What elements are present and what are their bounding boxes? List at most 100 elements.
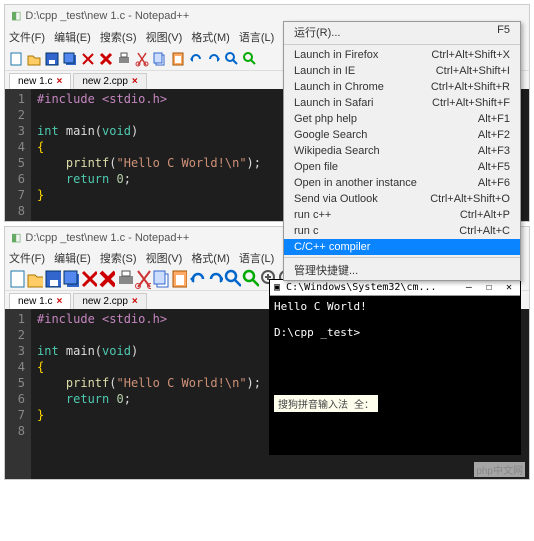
- menu-item-phphelp[interactable]: Get php helpAlt+F1: [284, 111, 520, 127]
- code-text: main(: [59, 344, 102, 358]
- menu-format[interactable]: 格式(M): [191, 29, 230, 45]
- console-titlebar: ▣ C:\Windows\System32\cm... — ☐ ✕: [270, 280, 520, 296]
- console-prompt: D:\cpp _test>: [274, 326, 360, 339]
- menu-search[interactable]: 搜索(S): [100, 29, 137, 45]
- menu-format[interactable]: 格式(M): [191, 250, 230, 266]
- maximize-button[interactable]: ☐: [482, 282, 496, 293]
- copy-icon[interactable]: [151, 50, 169, 68]
- menu-item-google[interactable]: Google SearchAlt+F2: [284, 127, 520, 143]
- undo-icon[interactable]: [187, 50, 205, 68]
- close-button[interactable]: ✕: [502, 282, 516, 293]
- menu-item-shortcuts[interactable]: 管理快捷键...: [284, 260, 520, 280]
- menu-label: run c++: [294, 209, 331, 221]
- code-brace: }: [37, 408, 44, 422]
- menu-item-openfile[interactable]: Open fileAlt+F5: [284, 159, 520, 175]
- paste-icon[interactable]: [169, 50, 187, 68]
- close-all-icon[interactable]: [97, 50, 115, 68]
- menu-item-run[interactable]: 运行(R)...F5: [284, 22, 520, 42]
- code-string: "Hello C World!\n": [117, 376, 247, 390]
- menu-view[interactable]: 视图(V): [146, 250, 183, 266]
- code-kw: void: [102, 124, 131, 138]
- menu-view[interactable]: 视图(V): [146, 29, 183, 45]
- new-file-icon[interactable]: [7, 50, 25, 68]
- code-area[interactable]: #include <stdio.h> int main(void) { prin…: [31, 309, 267, 479]
- line-no: 2: [11, 107, 25, 123]
- minimize-button[interactable]: —: [462, 282, 476, 293]
- open-file-icon[interactable]: [25, 50, 43, 68]
- menu-item-runcpp[interactable]: run c++ Ctrl+Alt+P: [284, 207, 520, 223]
- cut-icon[interactable]: [133, 270, 151, 288]
- menu-label: Google Search: [294, 129, 367, 141]
- line-no: 2: [11, 327, 25, 343]
- menu-item-chrome[interactable]: Launch in ChromeCtrl+Alt+Shift+R: [284, 79, 520, 95]
- print-icon[interactable]: [115, 270, 133, 288]
- tab-close-icon[interactable]: ×: [56, 76, 62, 87]
- menu-shortcut: Ctrl+Alt+P: [460, 209, 510, 221]
- line-no: 6: [11, 171, 25, 187]
- code-include: #include <stdio.h>: [37, 312, 167, 326]
- menu-label: Send via Outlook: [294, 193, 378, 205]
- print-icon[interactable]: [115, 50, 133, 68]
- replace-icon[interactable]: [241, 270, 259, 288]
- cut-icon[interactable]: [133, 50, 151, 68]
- watermark: php中文网: [474, 462, 525, 477]
- save-all-icon[interactable]: [61, 50, 79, 68]
- save-icon[interactable]: [43, 50, 61, 68]
- menu-language[interactable]: 语言(L): [239, 250, 274, 266]
- code-brace: {: [37, 140, 44, 154]
- menu-item-firefox[interactable]: Launch in FirefoxCtrl+Alt+Shift+X: [284, 47, 520, 63]
- tab-close-icon[interactable]: ×: [132, 296, 138, 307]
- menu-item-runc[interactable]: run cCtrl+Alt+C: [284, 223, 520, 239]
- line-no: 7: [11, 187, 25, 203]
- tab-new2cpp[interactable]: new 2.cpp×: [73, 293, 146, 309]
- tab-close-icon[interactable]: ×: [56, 296, 62, 307]
- tab-new2cpp[interactable]: new 2.cpp×: [73, 73, 146, 89]
- save-all-icon[interactable]: [61, 270, 79, 288]
- menu-separator: [284, 44, 520, 45]
- code-text: main(: [59, 124, 102, 138]
- line-no: 8: [11, 423, 25, 439]
- menu-item-ccompiler[interactable]: C/C++ compiler: [284, 239, 520, 255]
- console-title: ▣ C:\Windows\System32\cm...: [274, 282, 437, 293]
- new-file-icon[interactable]: [7, 270, 25, 288]
- code-text: );: [247, 156, 261, 170]
- menu-label: run c: [294, 225, 318, 237]
- menu-label: Open file: [294, 161, 338, 173]
- menu-item-outlook[interactable]: Send via OutlookCtrl+Alt+Shift+O: [284, 191, 520, 207]
- find-icon[interactable]: [223, 270, 241, 288]
- close-icon[interactable]: [79, 50, 97, 68]
- line-no: 6: [11, 391, 25, 407]
- console-output[interactable]: Hello C World! D:\cpp _test> 搜狗拼音输入法 全：: [270, 296, 520, 454]
- undo-icon[interactable]: [187, 270, 205, 288]
- menu-item-wikipedia[interactable]: Wikipedia SearchAlt+F3: [284, 143, 520, 159]
- menu-search[interactable]: 搜索(S): [100, 250, 137, 266]
- redo-icon[interactable]: [205, 270, 223, 288]
- code-include: #include <stdio.h>: [37, 92, 167, 106]
- menu-language[interactable]: 语言(L): [239, 29, 274, 45]
- menu-edit[interactable]: 编辑(E): [54, 250, 91, 266]
- replace-icon[interactable]: [241, 50, 259, 68]
- redo-icon[interactable]: [205, 50, 223, 68]
- paste-icon[interactable]: [169, 270, 187, 288]
- menu-item-safari[interactable]: Launch in SafariCtrl+Alt+Shift+F: [284, 95, 520, 111]
- code-kw: return: [66, 392, 117, 406]
- save-icon[interactable]: [43, 270, 61, 288]
- menu-item-openinst[interactable]: Open in another instanceAlt+F6: [284, 175, 520, 191]
- close-all-icon[interactable]: [97, 270, 115, 288]
- open-file-icon[interactable]: [25, 270, 43, 288]
- copy-icon[interactable]: [151, 270, 169, 288]
- code-kw: int: [37, 124, 59, 138]
- line-no: 1: [11, 311, 25, 327]
- menu-file[interactable]: 文件(F): [9, 250, 45, 266]
- tab-new1c[interactable]: new 1.c×: [9, 293, 71, 309]
- menu-edit[interactable]: 编辑(E): [54, 29, 91, 45]
- close-icon[interactable]: [79, 270, 97, 288]
- menu-label: Launch in IE: [294, 65, 355, 77]
- tab-new1c[interactable]: new 1.c×: [9, 73, 71, 89]
- menu-file[interactable]: 文件(F): [9, 29, 45, 45]
- find-icon[interactable]: [223, 50, 241, 68]
- code-area[interactable]: #include <stdio.h> int main(void) { prin…: [31, 89, 267, 221]
- tab-close-icon[interactable]: ×: [132, 76, 138, 87]
- code-fn: printf: [66, 376, 109, 390]
- menu-item-ie[interactable]: Launch in IECtrl+Alt+Shift+I: [284, 63, 520, 79]
